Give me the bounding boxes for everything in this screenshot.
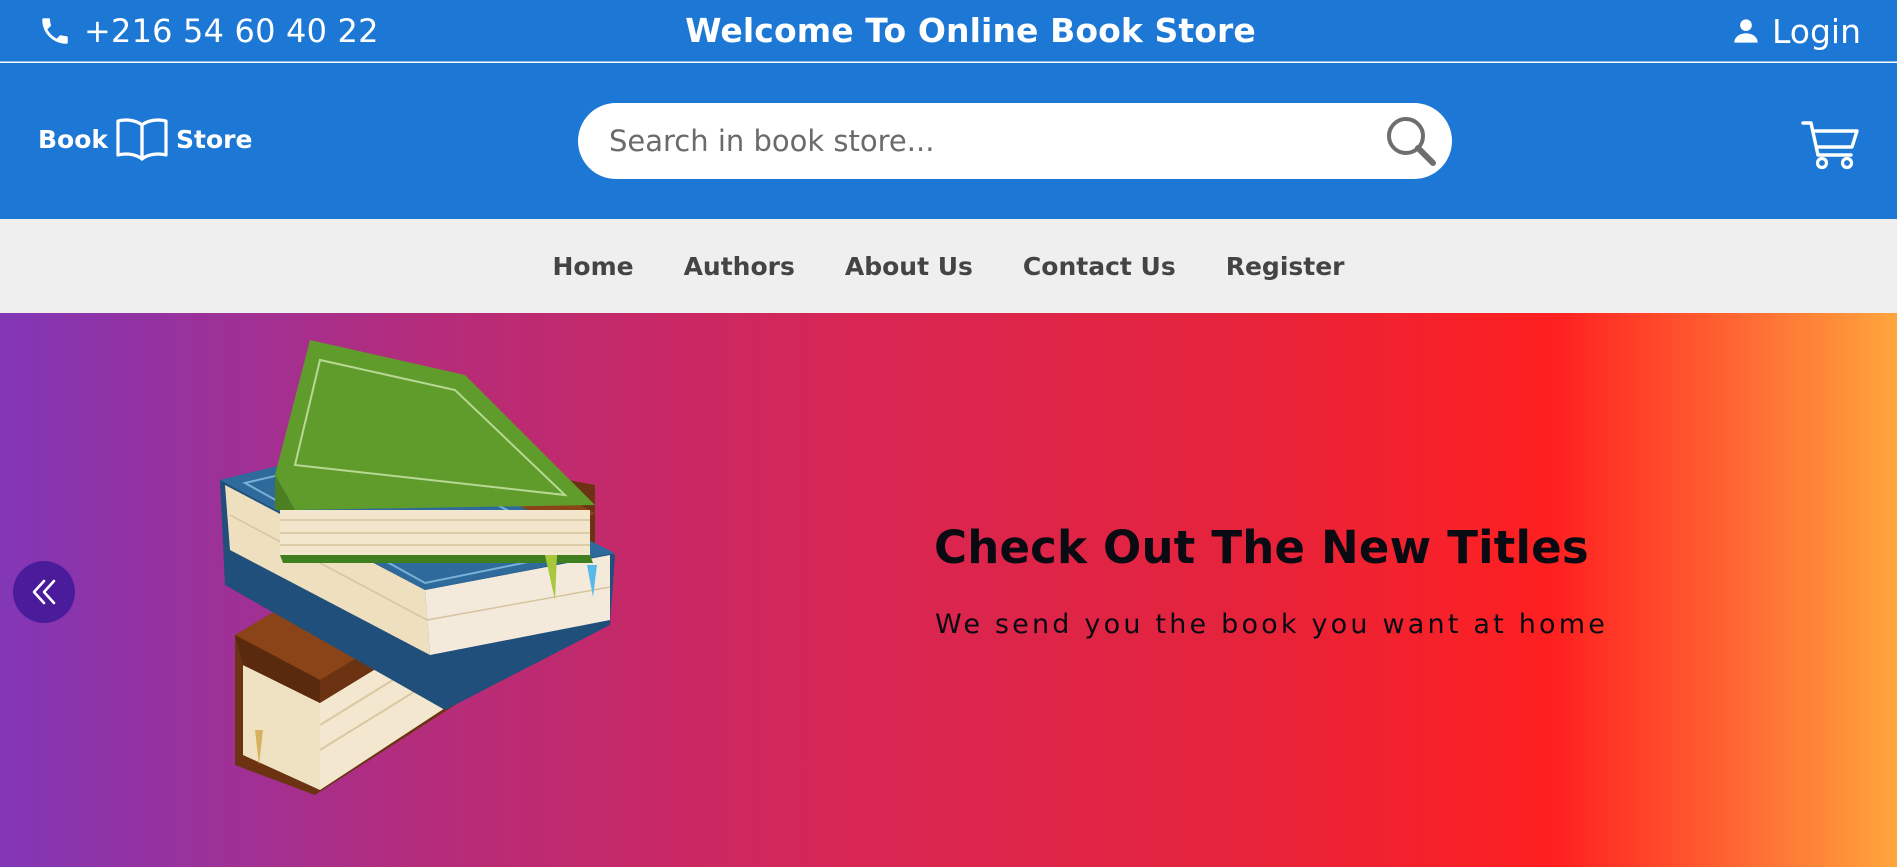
cart-icon	[1801, 121, 1859, 170]
login-label: Login	[1771, 11, 1861, 51]
slider-prev-button[interactable]	[13, 561, 75, 623]
site-logo[interactable]: Book Store	[38, 117, 252, 161]
search-bar	[578, 103, 1452, 179]
nav-register[interactable]: Register	[1226, 252, 1345, 281]
logo-text-right: Store	[176, 124, 253, 154]
open-book-icon	[116, 118, 168, 161]
user-icon	[1734, 19, 1758, 43]
main-header: Book Store	[0, 63, 1897, 219]
nav-home[interactable]: Home	[552, 252, 633, 281]
main-nav: Home Authors About Us Contact Us Registe…	[0, 219, 1897, 313]
search-input[interactable]	[609, 124, 1349, 158]
stacked-books-illustration	[220, 340, 615, 795]
top-bar: +216 54 60 40 22 Welcome To Online Book …	[0, 0, 1897, 62]
welcome-message: Welcome To Online Book Store	[685, 11, 1256, 50]
cart-button[interactable]	[1801, 119, 1861, 171]
nav-authors[interactable]: Authors	[684, 252, 795, 281]
nav-contact-us[interactable]: Contact Us	[1023, 252, 1176, 281]
hero-slider: Check Out The New Titles We send you the…	[0, 313, 1897, 867]
green-book	[275, 340, 595, 600]
hero-title: Check Out The New Titles	[934, 521, 1589, 574]
welcome-text-wrap: Welcome To Online Book Store	[0, 13, 1897, 49]
search-icon	[1387, 117, 1436, 166]
logo-text-left: Book	[38, 124, 109, 154]
hero-subtitle: We send you the book you want at home	[935, 609, 1609, 640]
login-link[interactable]: Login	[1732, 11, 1861, 51]
double-chevron-left-icon	[32, 579, 56, 605]
search-button[interactable]	[1380, 110, 1442, 172]
nav-about-us[interactable]: About Us	[845, 252, 973, 281]
